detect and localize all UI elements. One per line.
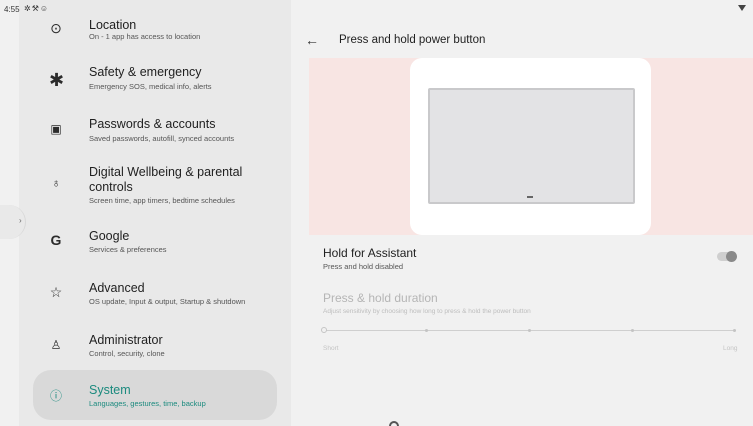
detail-pane: ← Press and hold power button Hold for A… (291, 0, 753, 426)
device-frame (410, 58, 651, 235)
press-hold-duration-subtitle: Adjust sensitivity by choosing how long … (323, 308, 531, 315)
slider-max-label: Long (723, 345, 738, 352)
location-icon: ⊙ (50, 20, 62, 36)
hold-for-assistant-subtitle: Press and hold disabled (323, 262, 404, 271)
settings-item-title: Digital Wellbeing & parental controls (89, 165, 243, 194)
settings-item-subtitle: On - 1 app has access to location (89, 32, 201, 41)
arrow-back-icon[interactable]: ← (305, 32, 319, 48)
settings-item-digital-wellbeing[interactable]: ♁ Digital Wellbeing & parental controls … (33, 162, 277, 208)
slider-tick (528, 329, 531, 332)
settings-item-title: Administrator (89, 333, 163, 347)
settings-item-safety[interactable]: ✱ Safety & emergency Emergency SOS, medi… (33, 62, 277, 98)
settings-item-advanced[interactable]: ☆ Advanced OS update, Input & output, St… (33, 278, 277, 312)
press-hold-duration-title: Press & hold duration (323, 291, 438, 305)
slider-tick (425, 329, 428, 332)
admin-icon: ♙ (50, 338, 62, 352)
settings-item-passwords[interactable]: ▣ Passwords & accounts Saved passwords, … (33, 114, 277, 150)
settings-screen: 4:55 ✲⚒☺ › ⊙ Location On - 1 app has acc… (0, 0, 753, 426)
settings-item-subtitle: Control, security, clone (89, 349, 165, 358)
illustration (309, 58, 753, 235)
status-time: 4:55 (4, 5, 20, 14)
wifi-icon (738, 5, 746, 11)
android-icon: ☺ (39, 4, 50, 13)
settings-item-subtitle: Screen time, app timers, bedtime schedul… (89, 196, 235, 205)
slider-min-label: Short (323, 345, 339, 352)
settings-item-system[interactable]: ⓘ System Languages, gestures, time, back… (33, 370, 277, 420)
settings-item-google[interactable]: G Google Services & preferences (33, 226, 277, 260)
google-icon: G (50, 232, 62, 248)
settings-item-subtitle: Services & preferences (89, 245, 167, 254)
device-indicator (527, 196, 533, 198)
settings-item-subtitle: Saved passwords, autofill, synced accoun… (89, 134, 235, 143)
slider-tick (631, 329, 634, 332)
asterisk-icon: ✱ (49, 70, 65, 90)
nav-handle-icon[interactable] (389, 421, 399, 426)
info-icon: ⓘ (49, 389, 62, 403)
hold-for-assistant-toggle[interactable] (717, 250, 737, 262)
page-title: Press and hold power button (339, 34, 486, 46)
settings-item-subtitle: OS update, Input & output, Startup & shu… (89, 297, 246, 306)
slider-thumb[interactable] (321, 327, 327, 333)
gear-icon: ✲ (24, 4, 32, 13)
settings-item-title: Advanced (89, 281, 145, 295)
status-icons: ✲⚒☺ (24, 4, 49, 13)
account-box-icon: ▣ (50, 122, 62, 136)
settings-item-subtitle: Languages, gestures, time, backup (89, 399, 206, 408)
settings-item-title: Google (89, 229, 130, 243)
toggle-knob (726, 250, 737, 262)
wellbeing-icon: ♁ (51, 176, 61, 190)
settings-item-title: Safety & emergency (89, 65, 202, 79)
settings-item-administrator[interactable]: ♙ Administrator Control, security, clone (33, 330, 277, 364)
chevron-right-icon: › (19, 216, 22, 225)
slider-tick (733, 329, 736, 332)
settings-item-title: Location (89, 18, 137, 32)
settings-item-subtitle: Emergency SOS, medical info, alerts (89, 82, 212, 91)
settings-item-title: System (89, 383, 131, 397)
device-screen (428, 88, 635, 204)
settings-item-title: Passwords & accounts (89, 117, 216, 131)
settings-list: ⊙ Location On - 1 app has access to loca… (19, 0, 291, 426)
press-hold-duration-slider[interactable] (321, 327, 736, 334)
status-bar: 4:55 ✲⚒☺ (0, 0, 753, 18)
star-outline-icon: ☆ (49, 284, 63, 300)
hold-for-assistant-title: Hold for Assistant (323, 246, 417, 260)
wrench-icon: ⚒ (31, 4, 40, 13)
